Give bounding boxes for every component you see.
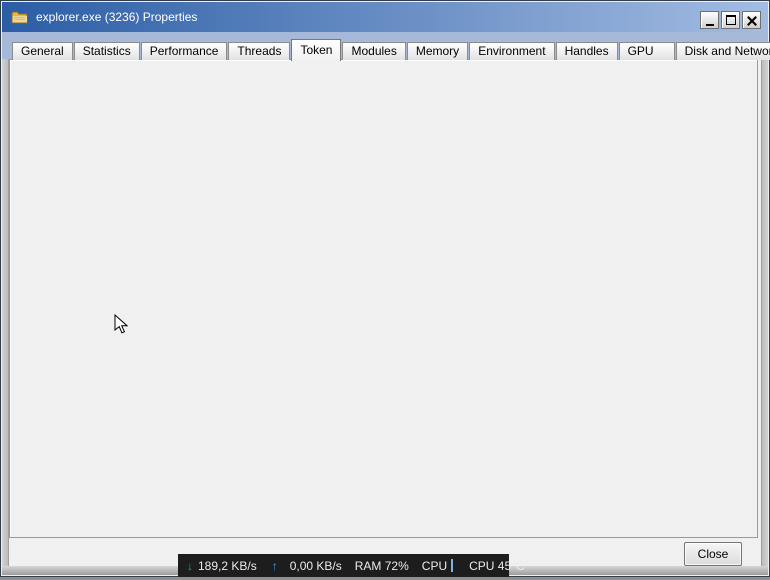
close-icon	[747, 16, 756, 25]
cpu-graph	[451, 559, 453, 572]
maximize-icon	[726, 15, 736, 25]
screen: explorer.exe (3236) Properties General S…	[0, 0, 770, 580]
ram-usage: RAM 72%	[355, 559, 409, 573]
tab-general[interactable]: General	[12, 42, 73, 60]
tab-handles[interactable]: Handles	[556, 42, 618, 60]
tab-token[interactable]: Token	[291, 39, 341, 61]
maximize-button[interactable]	[721, 11, 740, 29]
cpu-temperature: CPU 45°C	[469, 559, 524, 573]
tab-modules[interactable]: Modules	[342, 42, 405, 60]
token-tab-page	[9, 59, 758, 538]
explorer-folder-icon	[11, 9, 29, 25]
tab-memory[interactable]: Memory	[407, 42, 468, 60]
tab-threads[interactable]: Threads	[228, 42, 290, 60]
title-bar[interactable]: explorer.exe (3236) Properties	[2, 2, 768, 32]
window-title: explorer.exe (3236) Properties	[36, 10, 197, 24]
tab-disk-and-network[interactable]: Disk and Network	[676, 42, 770, 60]
tab-gpu[interactable]: GPU	[619, 42, 675, 60]
tab-bar: General Statistics Performance Threads T…	[12, 38, 770, 60]
tab-statistics[interactable]: Statistics	[74, 42, 140, 60]
window-frame-right	[761, 59, 768, 568]
cpu-label: CPU	[422, 559, 447, 573]
tab-performance[interactable]: Performance	[141, 42, 228, 60]
tab-environment[interactable]: Environment	[469, 42, 554, 60]
properties-window: explorer.exe (3236) Properties General S…	[0, 0, 770, 577]
download-arrow-icon: ↓	[187, 559, 193, 573]
close-button[interactable]: Close	[684, 542, 742, 566]
upload-arrow-icon: ↑	[272, 559, 278, 573]
minimize-icon	[706, 24, 714, 26]
window-controls	[700, 11, 761, 29]
upload-speed: 0,00 KB/s	[290, 559, 342, 573]
close-window-button[interactable]	[742, 11, 761, 29]
download-speed: 189,2 KB/s	[198, 559, 257, 573]
system-monitor-widget[interactable]: ↓ 189,2 KB/s ↑ 0,00 KB/s RAM 72% CPU CPU…	[178, 554, 509, 577]
window-frame-left	[2, 59, 9, 568]
mouse-cursor-icon	[114, 314, 128, 335]
minimize-button[interactable]	[700, 11, 719, 29]
